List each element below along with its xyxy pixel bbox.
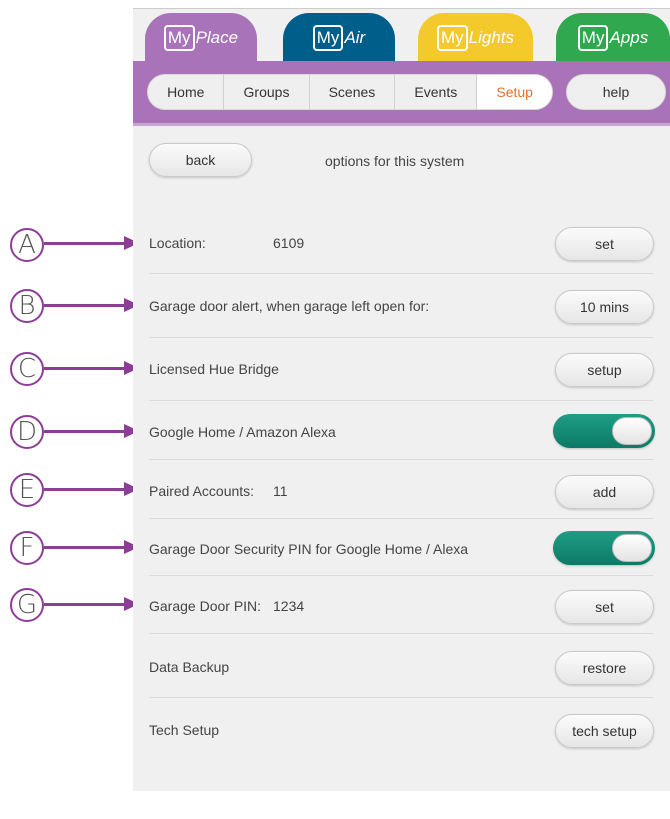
security-pin-toggle[interactable]	[553, 531, 655, 565]
assistants-toggle[interactable]	[553, 414, 655, 448]
logo-my: My	[577, 25, 609, 51]
door-pin-set-button[interactable]: set	[555, 590, 654, 624]
divider	[149, 459, 654, 460]
callout-f: F	[10, 531, 44, 565]
nav-scenes[interactable]: Scenes	[310, 75, 396, 109]
logo-my: My	[436, 25, 468, 51]
callout-e: E	[10, 473, 44, 507]
logo-my: My	[163, 25, 195, 51]
callout-letter: E	[18, 475, 36, 505]
callout-c: C	[10, 352, 44, 386]
callout-arrow-line	[44, 488, 126, 491]
myapps-logo: My Apps	[577, 25, 649, 51]
callout-b: B	[10, 289, 44, 323]
divider	[149, 697, 654, 698]
add-account-button[interactable]: add	[555, 475, 654, 509]
callout-letter: D	[16, 417, 38, 447]
door-pin-label: Garage Door PIN:	[149, 598, 262, 614]
divider	[149, 273, 654, 274]
myplace-logo: My Place	[163, 25, 239, 51]
callout-arrow-line	[44, 367, 126, 370]
callout-a: A	[10, 228, 44, 262]
callout-arrow-line	[44, 242, 126, 245]
logo-my: My	[312, 25, 344, 51]
assistants-label: Google Home / Amazon Alexa	[149, 424, 336, 440]
divider	[149, 633, 654, 634]
tab-myapps[interactable]: My Apps	[556, 13, 670, 63]
nav-band: Home Groups Scenes Events Setup help	[133, 61, 670, 126]
door-pin-value: 1234	[273, 598, 305, 614]
mylights-logo: My Lights	[436, 25, 515, 51]
hue-bridge-label: Licensed Hue Bridge	[149, 361, 279, 377]
callout-arrow-line	[44, 546, 126, 549]
callout-letter: A	[18, 230, 36, 260]
toggle-knob	[612, 534, 652, 562]
nav-home[interactable]: Home	[148, 75, 225, 109]
hue-setup-button[interactable]: setup	[555, 353, 654, 387]
help-button[interactable]: help	[566, 74, 666, 110]
callout-letter: B	[18, 291, 36, 321]
callout-letter: G	[16, 590, 38, 620]
divider	[149, 337, 654, 338]
back-button[interactable]: back	[149, 143, 252, 177]
myair-logo: My Air	[312, 25, 366, 51]
garage-alert-label: Garage door alert, when garage left open…	[149, 298, 430, 314]
restore-button[interactable]: restore	[555, 651, 654, 685]
callout-arrow-line	[44, 430, 126, 433]
logo-name: Apps	[609, 28, 649, 47]
toggle-knob	[612, 417, 652, 445]
app-screen: My Place My Air My Lights My Apps Home Group…	[133, 8, 670, 791]
divider	[149, 575, 654, 576]
location-label: Location:	[149, 235, 206, 251]
paired-accounts-count: 11	[273, 483, 288, 499]
divider	[149, 518, 654, 519]
nav-groups[interactable]: Groups	[224, 75, 310, 109]
callout-arrow-line	[44, 304, 126, 307]
page-title: options for this system	[325, 153, 465, 169]
logo-name: Air	[344, 28, 366, 47]
nav-events[interactable]: Events	[395, 75, 478, 109]
tab-mylights[interactable]: My Lights	[418, 13, 533, 63]
tab-myplace[interactable]: My Place	[145, 13, 257, 63]
callout-arrow-line	[44, 603, 126, 606]
callout-d: D	[10, 415, 44, 449]
callout-letter: F	[19, 533, 35, 563]
logo-name: Place	[195, 28, 239, 47]
location-value: 6109	[273, 235, 305, 251]
tech-setup-label: Tech Setup	[149, 722, 220, 738]
location-set-button[interactable]: set	[555, 227, 654, 261]
callout-letter: C	[17, 354, 37, 384]
tech-setup-button[interactable]: tech setup	[555, 714, 654, 748]
divider	[149, 400, 654, 401]
data-backup-label: Data Backup	[149, 659, 230, 675]
logo-name: Lights	[468, 28, 515, 47]
nav-setup[interactable]: Setup	[477, 75, 552, 109]
paired-accounts-label: Paired Accounts:	[149, 483, 255, 499]
tab-myair[interactable]: My Air	[283, 13, 395, 63]
security-pin-label: Garage Door Security PIN for Google Home…	[149, 541, 469, 557]
callout-g: G	[10, 588, 44, 622]
nav-bar: Home Groups Scenes Events Setup	[147, 74, 553, 110]
garage-alert-duration-button[interactable]: 10 mins	[555, 290, 654, 324]
